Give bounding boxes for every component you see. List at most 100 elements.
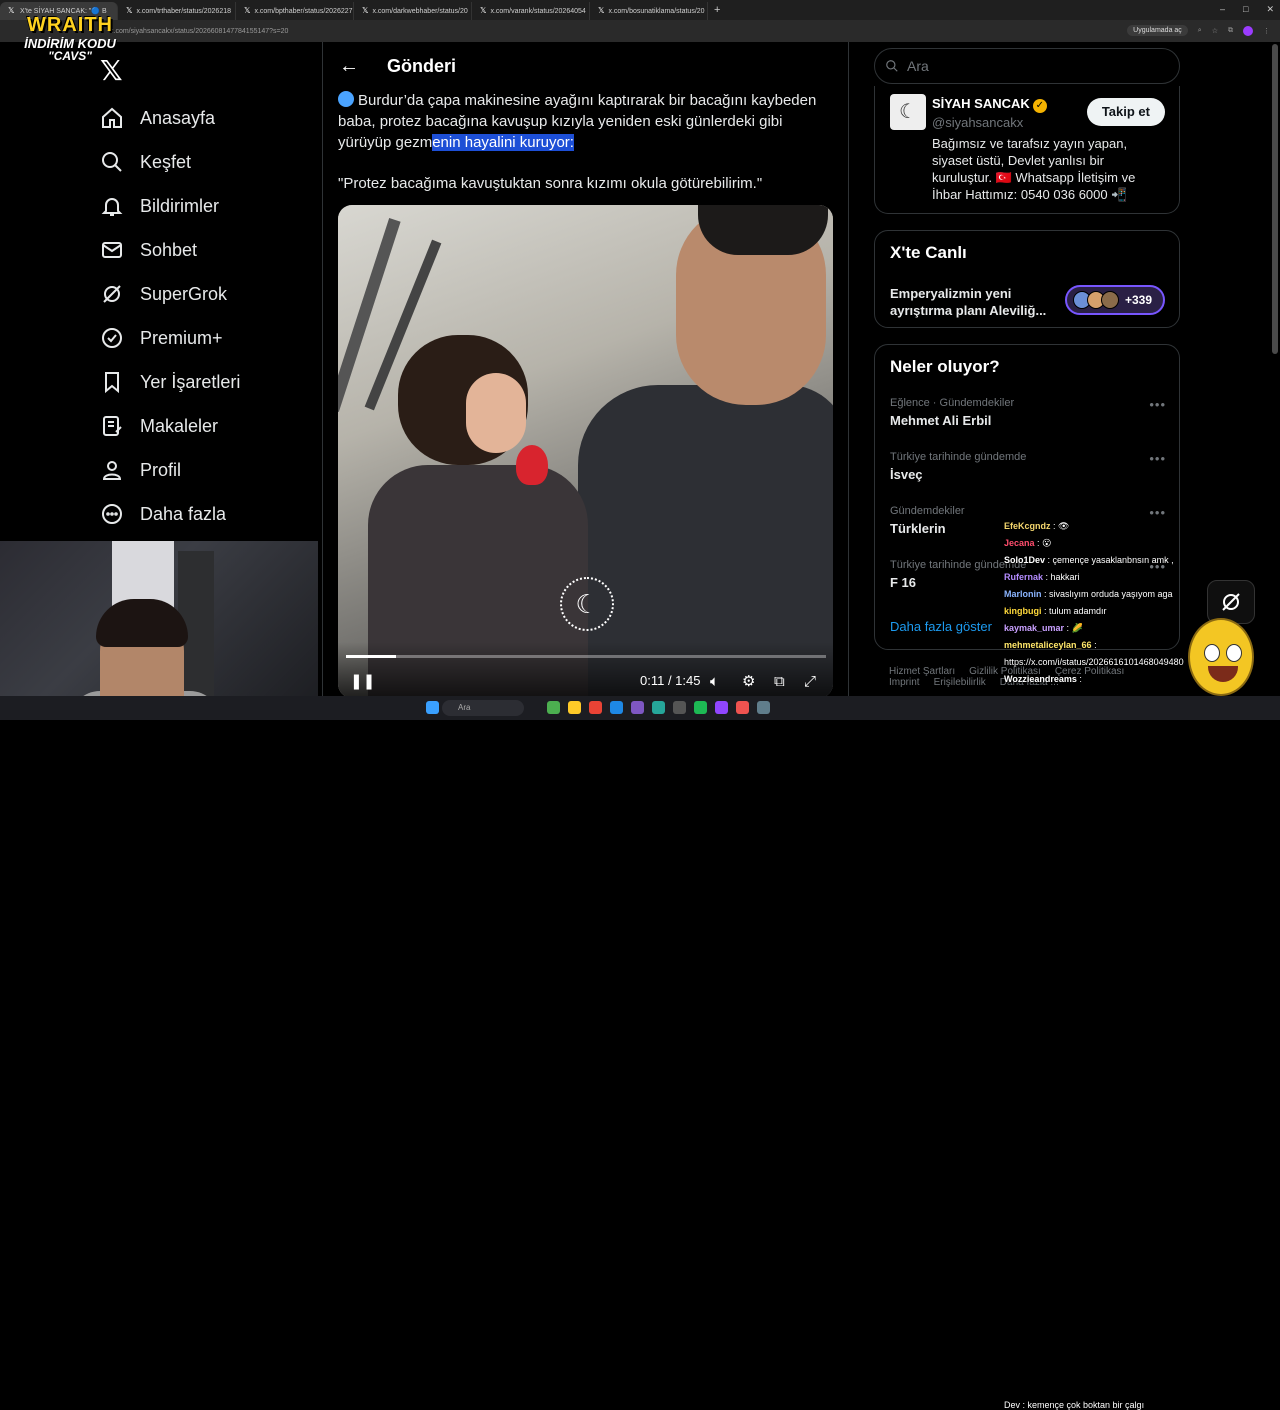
post-text-selection: enin hayalini kuruyor: [432,134,574,151]
chat-bottom-line: Dev : kemençe çok boktan bir çalgı [1004,1400,1145,1410]
minimize-icon[interactable]: – [1220,4,1225,15]
windows-taskbar: Ara Dev : kemençe çok boktan bir çalgı [0,696,1280,1410]
chat-username: Marlonin [1004,589,1042,599]
bookmark-icon [98,368,126,396]
nav-label: Sohbet [140,239,198,260]
chat-message: kingbugi : tulum adamdır [1004,603,1200,620]
live-participants-pill[interactable]: +339 [1065,285,1165,315]
spotify-icon[interactable] [694,701,707,714]
folder-icon[interactable] [568,701,581,714]
nav-item-supergrok[interactable]: SuperGrok [98,272,240,316]
menu-kebab-icon[interactable]: ⋮ [1263,27,1270,35]
live-topic[interactable]: Emperyalizmin yeni ayrıştırma planı Alev… [890,285,1060,319]
open-in-app-button[interactable]: Uygulamada aç [1127,25,1188,36]
maximize-icon[interactable]: □ [1243,4,1248,15]
nav-label: Keşfet [140,151,192,172]
url-text[interactable]: x.com/siyahsancakx/status/20266081477841… [110,28,288,35]
footer-link[interactable]: Hizmet Şartları [889,666,955,677]
bookmark-star-icon[interactable]: ☆ [1212,27,1218,35]
nav-label: Anasayfa [140,107,216,128]
trend-category: Eğlence · Gündemdekiler [890,397,1015,409]
nav-item-explore[interactable]: Keşfet [98,140,240,184]
chat-text: : 👁 [1050,521,1070,531]
avatar[interactable]: ☾ [890,94,926,130]
nav-item-chat[interactable]: Sohbet [98,228,240,272]
taskbar-app-icon[interactable] [652,701,665,714]
chat-username: Solo1Dev [1004,555,1046,565]
trend-item[interactable]: Türkiye tarihinde gündemde İsveç ••• [890,451,1170,482]
grok-floating-button[interactable] [1207,580,1255,624]
x-logo[interactable]: 𝕏 [100,54,123,87]
browser-tab[interactable]: 𝕏x.com/bosunatiklama/status/20 [590,2,708,20]
chat-text: : [1091,640,1097,650]
page-title: Gönderi [387,55,457,76]
tab-label: x.com/varank/status/20264054 [490,7,586,15]
taskbar-app-icon[interactable] [547,701,560,714]
profile-avatar-icon[interactable] [1243,25,1253,36]
chrome-icon[interactable] [589,701,602,714]
page-scrollbar[interactable] [1272,44,1278,354]
nav-item-more[interactable]: Daha fazla [98,492,240,536]
tab-label: x.com/bosunatiklama/status/20 [608,7,705,15]
x-favicon-icon: 𝕏 [8,6,15,15]
browser-tab[interactable]: 𝕏x.com/trthaber/status/2026218 [118,2,236,20]
browser-tab[interactable]: 𝕏x.com/darkwebhaber/status/20 [354,2,472,20]
back-arrow-icon[interactable]: ← [339,55,359,78]
nav-item-profile[interactable]: Profil [98,448,240,492]
verified-icon [98,324,126,352]
zoom-icon[interactable]: ⌕ [1198,27,1202,35]
pause-icon[interactable]: ❚❚ [350,672,375,690]
new-tab-icon[interactable]: + [714,4,720,16]
trend-category: Türkiye tarihinde gündemde [890,451,1027,463]
footer-link[interactable]: Imprint [889,677,920,688]
taskbar-app-icon[interactable] [736,701,749,714]
fullscreen-icon[interactable]: ⤢ [804,673,816,690]
taskbar-app-icon[interactable] [715,701,728,714]
nav-item-notifications[interactable]: Bildirimler [98,184,240,228]
video-player[interactable]: ☾ ❚❚ 0:11 / 1:45 🔈︎ ⚙ ⧉ ⤢ [338,205,833,698]
nav-item-bookmarks[interactable]: Yer İşaretleri [98,360,240,404]
search-input[interactable]: Ara [874,48,1180,84]
chat-message: Solo1Dev : çemençe yasaklanbnsın amk , [1004,552,1200,569]
show-more-link[interactable]: Daha fazla göster [890,619,992,634]
chat-message: Wozzieandreams : [1004,671,1200,688]
nav-item-articles[interactable]: Makaleler [98,404,240,448]
x-favicon-icon: 𝕏 [126,6,133,15]
profile-handle[interactable]: @siyahsancakx [932,115,1023,130]
trend-category: Gündemdekiler [890,505,965,517]
x-favicon-icon: 𝕏 [598,6,605,15]
nav-item-premium[interactable]: Premium+ [98,316,240,360]
windows-start-icon[interactable] [426,701,439,714]
video-progress-bar[interactable] [346,655,826,658]
address-bar-actions: Uygulamada aç ⌕ ☆ ⧉ ⋮ [1127,25,1270,36]
taskbar-search[interactable]: Ara [442,700,524,716]
follow-button[interactable]: Takip et [1086,98,1165,126]
pip-icon[interactable]: ⧉ [774,673,785,690]
crescent-star-watermark-icon: ☾ [560,577,614,631]
profile-name[interactable]: SİYAH SANCAK ✓ [932,96,1047,113]
more-dots-icon[interactable]: ••• [1149,451,1166,466]
close-icon[interactable]: ✕ [1266,4,1274,15]
footer-link[interactable]: Erişilebilirlik [934,677,986,688]
x-favicon-icon: 𝕏 [480,6,487,15]
video-time: 0:11 / 1:45 [640,673,701,688]
address-bar[interactable]: x.com/siyahsancakx/status/20266081477841… [0,20,1280,42]
trend-item[interactable]: Eğlence · Gündemdekiler Mehmet Ali Erbil… [890,397,1170,428]
more-dots-icon[interactable]: ••• [1149,397,1166,412]
chat-text: https://x.com/i/status/20266161014680494… [1004,657,1184,667]
taskbar-app-icon[interactable] [673,701,686,714]
search-placeholder: Ara [907,58,929,74]
extensions-icon[interactable]: ⧉ [1228,27,1233,35]
taskbar-app-icon[interactable] [610,701,623,714]
settings-gear-icon[interactable]: ⚙ [742,672,755,690]
search-icon [886,60,898,72]
taskbar-app-icon[interactable] [631,701,644,714]
browser-tab[interactable]: 𝕏x.com/bpthaber/status/2026227 [236,2,354,20]
primary-nav: Anasayfa Keşfet Bildirimler Sohbet Super… [98,96,240,536]
browser-tab[interactable]: 𝕏x.com/varank/status/20264054 [472,2,590,20]
profile-card: ☾ SİYAH SANCAK ✓ @siyahsancakx Takip et B… [874,86,1180,214]
nav-item-home[interactable]: Anasayfa [98,96,240,140]
taskbar-app-icon[interactable] [757,701,770,714]
tab-label: x.com/bpthaber/status/2026227 [254,7,353,15]
volume-icon[interactable]: 🔈︎ [710,673,719,690]
